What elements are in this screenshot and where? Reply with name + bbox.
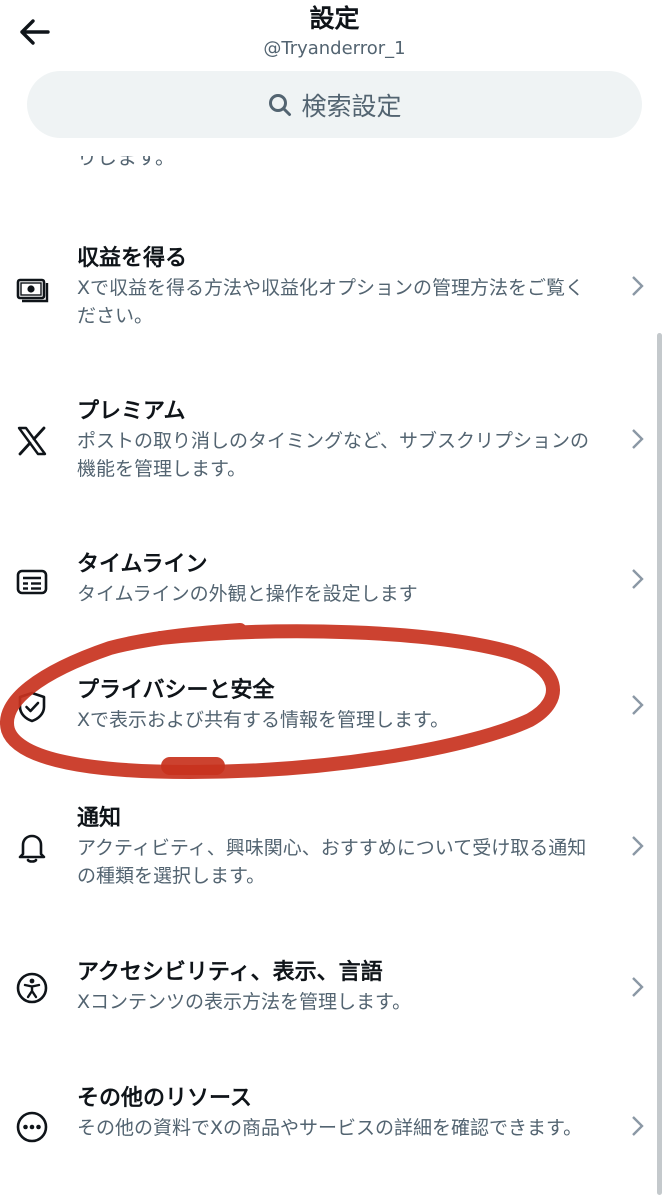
item-description: その他の資料でXの商品やサービスの詳細を確認できます。 [77,1117,583,1139]
bell-icon [18,834,46,863]
search-label: 検索設定 [301,91,402,121]
chevron-right-icon [632,429,644,449]
username: @Tryanderror_1 [263,38,406,59]
more-icon [16,1111,48,1143]
chevron-right-icon [632,695,644,715]
timeline-icon [16,569,48,595]
item-description: ポストの取り消しのタイミングなど、サブスクリプションの機能を管理します。 [77,430,590,480]
header: 設定 @Tryanderror_1 検索設定 [0,0,669,156]
item-title: その他のリソース [77,1086,252,1111]
item-title: アクセシビリティ、表示、言語 [77,960,383,985]
item-title: 通知 [77,806,122,831]
settings-item-premium[interactable]: プレミアム ポストの取り消しのタイミングなど、サブスクリプションの機能を管理しま… [0,397,669,507]
settings-item-monetization[interactable]: 収益を得る Xで収益を得る方法や収益化オプションの管理方法をご覧ください。 [0,244,669,354]
search-icon [269,93,292,116]
item-description: Xで収益を得る方法や収益化オプションの管理方法をご覧ください。 [77,277,585,327]
item-description: アクティビティ、興味関心、おすすめについて受け取る通知の種類を選択します。 [77,837,587,887]
settings-list: りします。 収益を得る Xで収益を得る方法や収益化オプションの管理方法をご覧くだ… [0,0,669,1200]
money-icon [16,278,49,303]
chevron-right-icon [632,569,644,589]
chevron-right-icon [632,1116,644,1136]
item-title: プライバシーと安全 [77,678,275,703]
item-description: タイムラインの外観と操作を設定します [77,583,418,605]
settings-item-more-resources[interactable]: その他のリソース その他の資料でXの商品やサービスの詳細を確認できます。 [0,1084,669,1194]
accessibility-icon [16,972,48,1004]
shield-icon [18,691,46,723]
chevron-right-icon [632,276,644,296]
page-title: 設定 [309,4,360,33]
x-logo-icon [17,426,47,456]
settings-item-privacy-safety[interactable]: プライバシーと安全 Xで表示および共有する情報を管理します。 [0,676,669,756]
scrollbar[interactable] [657,333,662,1195]
chevron-right-icon [632,836,644,856]
settings-item-accessibility[interactable]: アクセシビリティ、表示、言語 Xコンテンツの表示方法を管理します。 [0,958,669,1038]
settings-item-notifications[interactable]: 通知 アクティビティ、興味関心、おすすめについて受け取る通知の種類を選択します。 [0,804,669,914]
search-settings-input[interactable]: 検索設定 [27,71,642,138]
chevron-right-icon [632,977,644,997]
item-title: 収益を得る [77,246,188,271]
item-description: Xで表示および共有する情報を管理します。 [77,709,450,731]
item-title: タイムライン [77,552,208,577]
item-title: プレミアム [77,399,186,424]
item-description: Xコンテンツの表示方法を管理します。 [77,991,412,1013]
settings-item-timeline[interactable]: タイムライン タイムラインの外観と操作を設定します [0,550,669,630]
